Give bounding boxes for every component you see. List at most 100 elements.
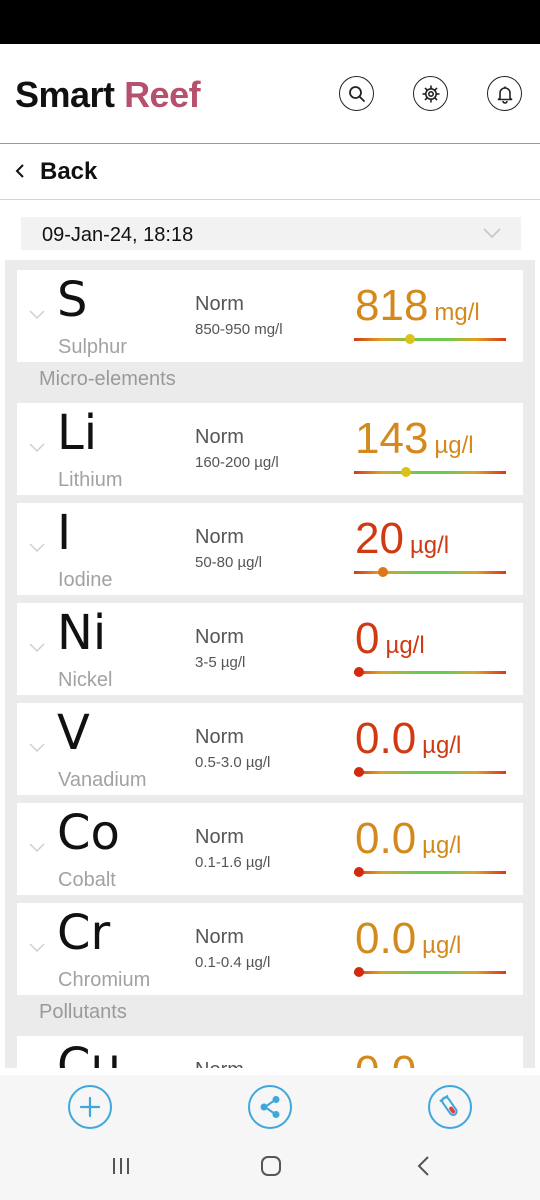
value-number: 0.0	[355, 814, 417, 863]
element-name: Cobalt	[58, 869, 116, 891]
chevron-down-icon	[29, 843, 45, 853]
recents-icon[interactable]	[110, 1155, 132, 1177]
value-number: 0.0	[355, 714, 417, 763]
app-title-part1: Smart	[15, 74, 115, 115]
measured-value: 0.0	[355, 1046, 422, 1068]
chevron-down-icon	[483, 228, 501, 239]
value-number: 143	[355, 414, 429, 463]
element-name: Iodine	[58, 569, 113, 591]
element-card[interactable]: S Sulphur Norm 850-950 mg/l 818 mg/l	[17, 270, 523, 362]
notifications-button[interactable]	[487, 76, 522, 111]
norm-label: Norm	[195, 526, 244, 548]
add-icon	[79, 1096, 101, 1118]
element-card[interactable]: Cr Chromium Norm 0.1-0.4 µg/l 0.0 µg/l	[17, 903, 523, 995]
measured-value: 143 µg/l	[355, 413, 474, 465]
app-title: Smart Reef	[15, 74, 201, 116]
chevron-down-icon	[29, 643, 45, 653]
norm-label: Norm	[195, 626, 244, 648]
results-list[interactable]: S Sulphur Norm 850-950 mg/l 818 mg/l Micr…	[5, 260, 535, 1068]
gauge-marker	[405, 334, 416, 344]
share-icon	[260, 1096, 280, 1118]
element-symbol: V	[57, 705, 90, 761]
element-name: Nickel	[58, 669, 113, 691]
element-name: Chromium	[58, 969, 151, 991]
element-card[interactable]: I Iodine Norm 50-80 µg/l 20 µg/l	[17, 503, 523, 595]
norm-label: Norm	[195, 826, 244, 848]
search-icon	[348, 85, 365, 102]
share-button[interactable]	[248, 1085, 292, 1129]
bell-icon	[497, 86, 512, 104]
norm-label: Norm	[195, 426, 244, 448]
date-select[interactable]: 09-Jan-24, 18:18	[21, 217, 521, 250]
measured-value: 0 µg/l	[355, 613, 425, 665]
element-symbol: Cr	[57, 905, 111, 961]
measured-value: 20 µg/l	[355, 513, 449, 565]
element-symbol: Cu	[57, 1038, 121, 1068]
chevron-down-icon	[29, 543, 45, 553]
chevron-down-icon	[29, 743, 45, 753]
search-button[interactable]	[339, 76, 374, 111]
norm-label: Norm	[195, 293, 244, 315]
level-gauge	[353, 767, 506, 777]
bottom-action-bar	[0, 1075, 540, 1200]
chevron-down-icon	[29, 943, 45, 953]
value-number: 818	[355, 281, 429, 330]
settings-button[interactable]	[413, 76, 448, 111]
element-card[interactable]: V Vanadium Norm 0.5-3.0 µg/l 0.0 µg/l	[17, 703, 523, 795]
norm-range: 160-200 µg/l	[195, 454, 279, 471]
level-gauge	[354, 467, 506, 477]
value-unit: mg/l	[434, 299, 480, 326]
norm-range: 0.1-0.4 µg/l	[195, 954, 271, 971]
back-bar: Back	[0, 145, 540, 200]
value-number: 20	[355, 514, 404, 563]
element-symbol: Li	[57, 405, 98, 461]
gauge-marker	[353, 867, 364, 877]
back-label: Back	[40, 158, 98, 185]
chevron-down-icon	[29, 443, 45, 453]
norm-range: 50-80 µg/l	[195, 554, 263, 571]
test-kit-button[interactable]	[428, 1085, 472, 1129]
section-header-pollutants: Pollutants	[39, 1001, 127, 1023]
value-unit: µg/l	[385, 632, 425, 659]
gauge-marker	[353, 767, 364, 777]
value-unit: µg/l	[434, 432, 474, 459]
level-gauge	[353, 967, 506, 977]
level-gauge	[354, 567, 506, 577]
value-unit: µg/l	[422, 732, 462, 759]
back-icon[interactable]	[414, 1155, 434, 1177]
element-symbol: Co	[57, 805, 120, 861]
add-test-button[interactable]	[68, 1085, 112, 1129]
value-unit: µg/l	[422, 932, 462, 959]
element-symbol: I	[57, 505, 72, 561]
value-number: 0	[355, 614, 380, 663]
gauge-marker	[353, 967, 364, 977]
home-icon[interactable]	[260, 1155, 282, 1177]
norm-label: Norm	[195, 1059, 244, 1068]
element-card[interactable]: Cu Norm 0.0	[17, 1036, 523, 1068]
app-title-part2: Reef	[124, 74, 201, 115]
element-card[interactable]: Li Lithium Norm 160-200 µg/l 143 µg/l	[17, 403, 523, 495]
element-card[interactable]: Co Cobalt Norm 0.1-1.6 µg/l 0.0 µg/l	[17, 803, 523, 895]
section-header-micro: Micro-elements	[39, 368, 176, 390]
norm-range: 3-5 µg/l	[195, 654, 246, 671]
measured-value: 818 mg/l	[355, 280, 480, 332]
measured-value: 0.0 µg/l	[355, 813, 461, 865]
back-button[interactable]: Back	[0, 145, 130, 200]
element-name: Vanadium	[58, 769, 147, 791]
element-name: Sulphur	[58, 336, 127, 358]
value-unit: µg/l	[409, 532, 450, 559]
value-unit: µg/l	[422, 832, 462, 859]
element-name: Lithium	[58, 469, 123, 491]
gauge-marker	[377, 567, 388, 577]
level-gauge	[354, 334, 506, 344]
value-number: 0.0	[355, 1047, 416, 1068]
element-symbol: S	[57, 272, 88, 328]
test-tube-icon	[439, 1094, 458, 1117]
norm-label: Norm	[195, 726, 244, 748]
norm-label: Norm	[195, 926, 244, 948]
chevron-left-icon	[15, 164, 24, 178]
date-value: 09-Jan-24, 18:18	[42, 224, 194, 246]
element-card[interactable]: Ni Nickel Norm 3-5 µg/l 0 µg/l	[17, 603, 523, 695]
gauge-marker	[353, 667, 364, 677]
level-gauge	[353, 667, 506, 677]
